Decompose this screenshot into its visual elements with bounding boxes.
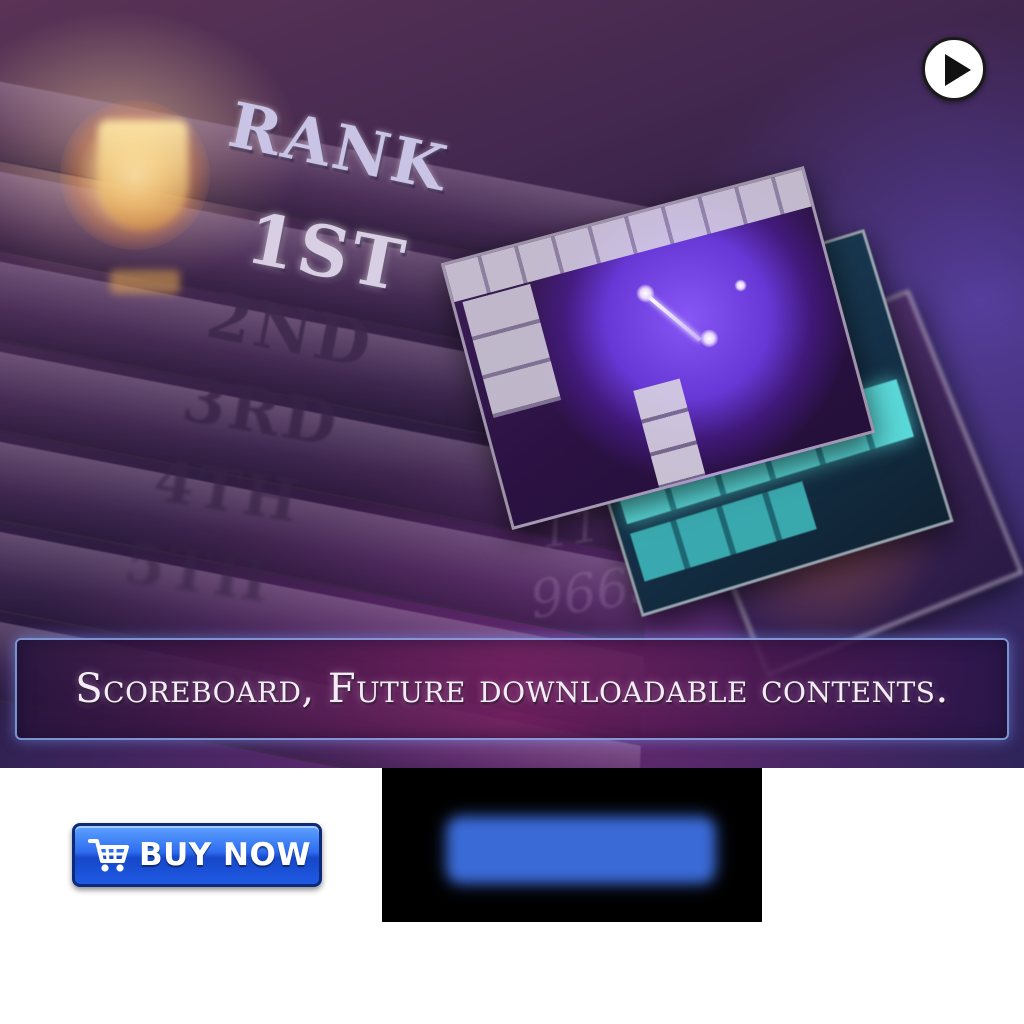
trophy-icon bbox=[20, 60, 240, 300]
cart-icon bbox=[88, 839, 129, 872]
energy-beam bbox=[645, 293, 702, 342]
buy-now-button[interactable]: BUY NOW bbox=[72, 823, 322, 887]
buy-now-label: BUY NOW bbox=[139, 837, 312, 873]
caption-panel: Scoreboard, Future downloadable contents… bbox=[15, 638, 1009, 740]
metal-blocks bbox=[462, 283, 562, 418]
play-button[interactable] bbox=[922, 37, 986, 101]
video-placeholder[interactable] bbox=[382, 768, 762, 922]
blurred-button bbox=[448, 818, 714, 882]
promo-banner: RANK 1ST 2ND 3RD 4TH 5TH 11 96650 Scoreb… bbox=[0, 0, 1024, 768]
page: RANK 1ST 2ND 3RD 4TH 5TH 11 96650 Scoreb… bbox=[0, 0, 1024, 1024]
energy-orb bbox=[698, 327, 721, 350]
energy-orb bbox=[733, 278, 748, 293]
trophy-base bbox=[110, 270, 180, 294]
caption-text: Scoreboard, Future downloadable contents… bbox=[75, 666, 949, 712]
play-icon bbox=[945, 54, 971, 86]
trophy-cup bbox=[98, 120, 188, 230]
metal-pillar bbox=[633, 378, 706, 488]
